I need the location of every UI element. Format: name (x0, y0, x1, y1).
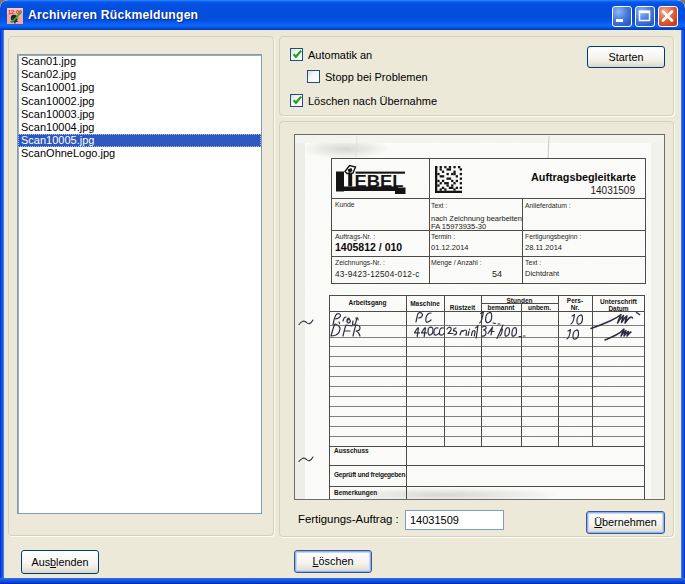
svg-text:EBEL: EBEL (355, 172, 404, 190)
